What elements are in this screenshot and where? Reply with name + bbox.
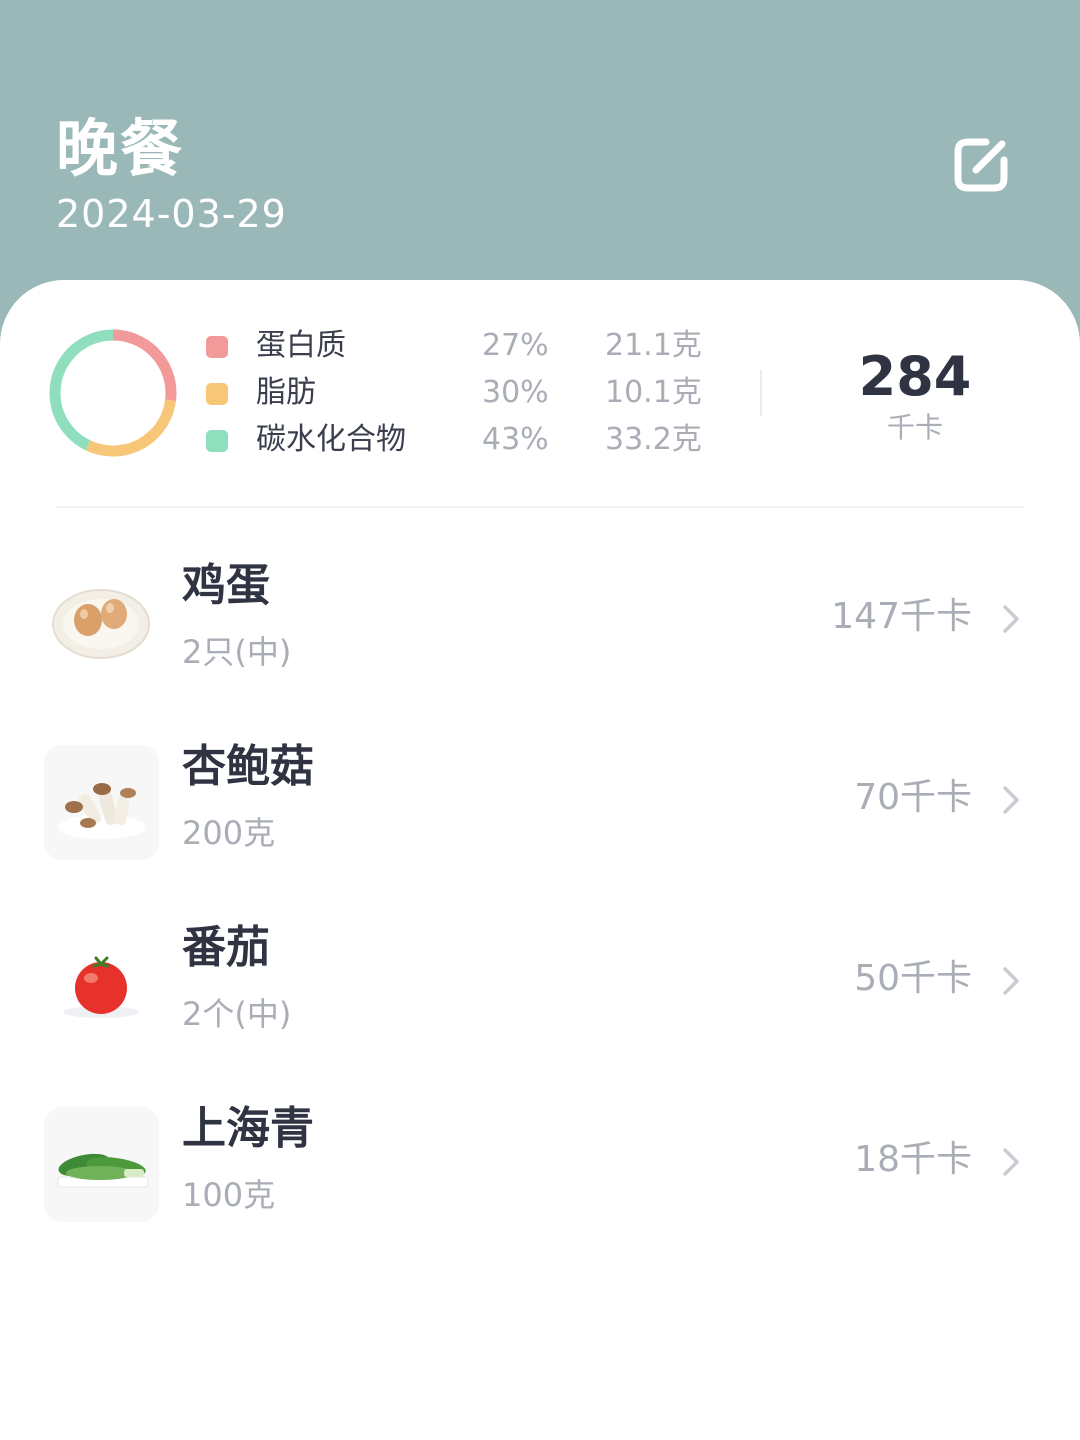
food-thumbnail xyxy=(44,564,159,679)
meal-date: 2024-03-29 xyxy=(56,192,287,236)
carbs-color-dot xyxy=(206,430,228,452)
macro-percent: 43% xyxy=(482,422,549,457)
macro-percent: 30% xyxy=(482,375,549,410)
total-calories: 284 xyxy=(858,345,972,408)
food-thumbnail xyxy=(44,1107,159,1222)
macro-grams: 21.1克 xyxy=(605,328,702,363)
macro-grams: 33.2克 xyxy=(605,422,702,457)
divider xyxy=(56,506,1024,508)
food-amount: 2只(中) xyxy=(182,633,292,671)
fat-color-dot xyxy=(206,383,228,405)
meal-title: 晚餐 xyxy=(56,112,185,185)
chevron-right-icon xyxy=(1003,967,1019,995)
food-calories: 18千卡 xyxy=(854,1139,972,1180)
bok-choy-icon xyxy=(57,1153,149,1188)
macro-grams: 10.1克 xyxy=(605,375,702,410)
food-item-egg[interactable]: 鸡蛋 2只(中) 147千卡 xyxy=(0,542,1080,702)
macro-row-protein: 蛋白质 27% 21.1克 xyxy=(0,324,760,368)
protein-color-dot xyxy=(206,336,228,358)
egg-icon xyxy=(52,589,150,659)
macro-row-carbs: 碳水化合物 43% 33.2克 xyxy=(0,418,760,462)
macro-percent: 27% xyxy=(482,328,549,363)
total-calories-unit: 千卡 xyxy=(886,411,943,444)
food-item-tomato[interactable]: 番茄 2个(中) 50千卡 xyxy=(0,904,1080,1064)
food-item-mushroom[interactable]: 杏鲍菇 200克 70千卡 xyxy=(0,723,1080,883)
macro-name: 蛋白质 xyxy=(256,328,346,363)
tomato-icon xyxy=(63,956,139,1018)
food-name: 杏鲍菇 xyxy=(182,741,314,792)
food-thumbnail xyxy=(44,926,159,1041)
food-item-bok-choy[interactable]: 上海青 100克 18千卡 xyxy=(0,1085,1080,1245)
food-name: 上海青 xyxy=(182,1103,314,1154)
food-calories: 50千卡 xyxy=(854,958,972,999)
food-amount: 200克 xyxy=(182,814,276,852)
food-name: 番茄 xyxy=(182,922,270,973)
chevron-right-icon xyxy=(1003,786,1019,814)
edit-icon xyxy=(954,138,1008,192)
nutrition-summary: 蛋白质 27% 21.1克 脂肪 30% 10.1克 碳水化合物 43% 33.… xyxy=(0,280,1080,508)
macro-name: 碳水化合物 xyxy=(256,422,406,457)
mushroom-icon xyxy=(58,783,146,839)
food-name: 鸡蛋 xyxy=(182,560,270,611)
vertical-divider xyxy=(760,370,762,416)
macro-name: 脂肪 xyxy=(256,375,316,410)
macro-row-fat: 脂肪 30% 10.1克 xyxy=(0,371,760,415)
chevron-right-icon xyxy=(1003,1148,1019,1176)
food-thumbnail xyxy=(44,745,159,860)
food-amount: 2个(中) xyxy=(182,995,292,1033)
meal-card: 蛋白质 27% 21.1克 脂肪 30% 10.1克 碳水化合物 43% 33.… xyxy=(0,280,1080,1440)
food-calories: 147千卡 xyxy=(831,596,972,637)
food-calories: 70千卡 xyxy=(854,777,972,818)
food-amount: 100克 xyxy=(182,1176,276,1214)
chevron-right-icon xyxy=(1003,605,1019,633)
edit-button[interactable] xyxy=(946,130,1018,202)
